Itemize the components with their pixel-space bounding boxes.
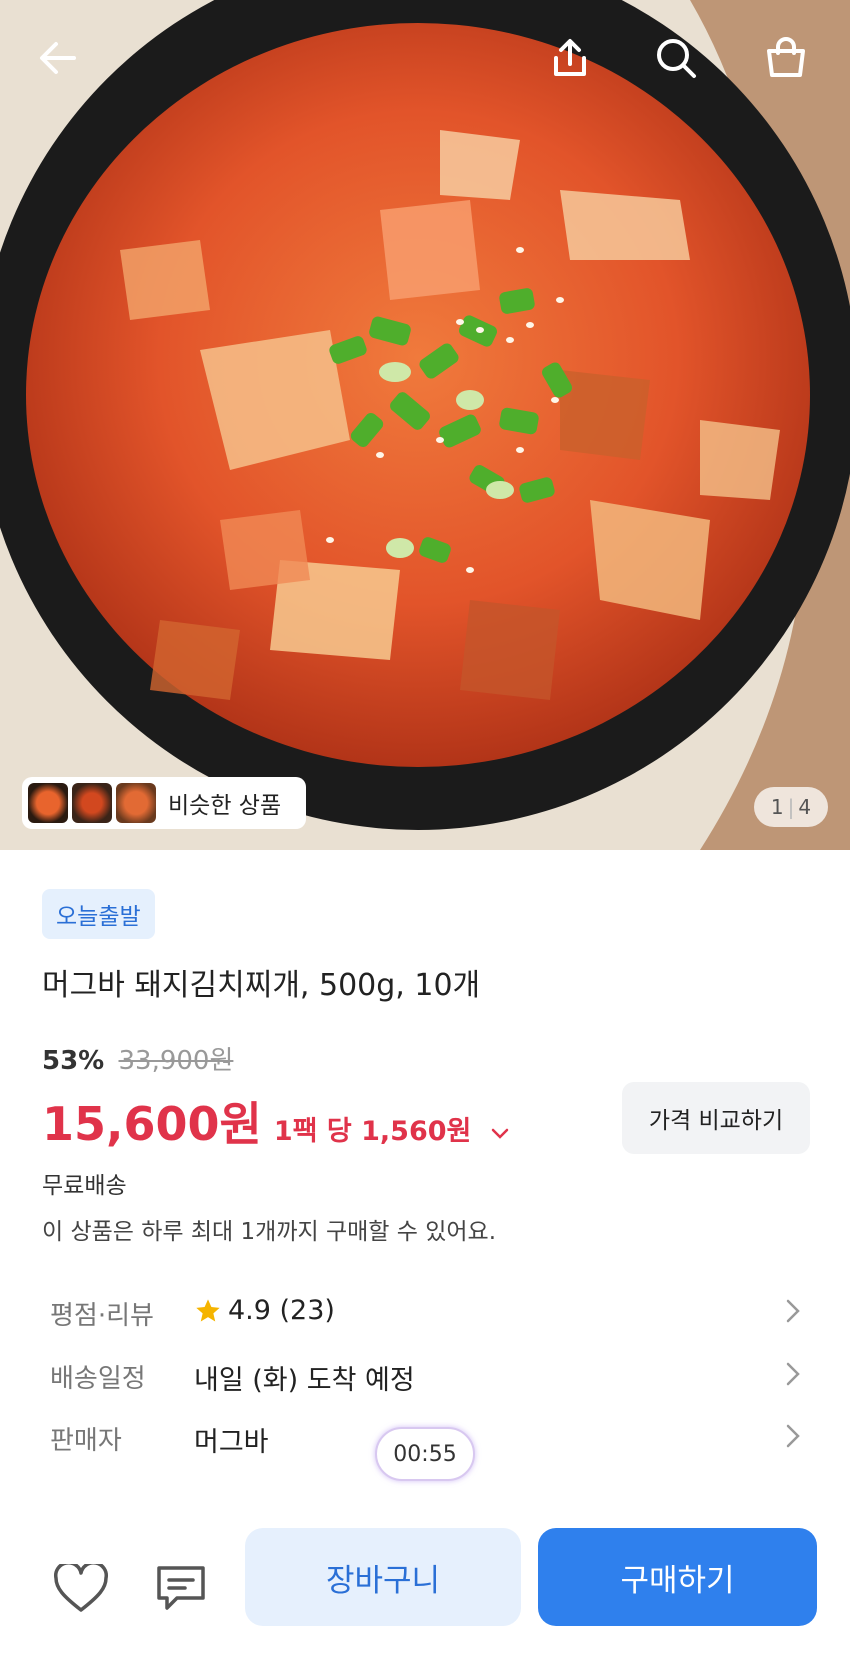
seller-key: 판매자 xyxy=(50,1426,122,1456)
bottom-action-bar: 장바구니 구매하기 xyxy=(0,1512,850,1667)
rating-review-row[interactable]: 평점·리뷰 4.9 (23) xyxy=(0,1285,850,1335)
back-arrow-icon[interactable] xyxy=(28,28,88,88)
delivery-schedule-row[interactable]: 배송일정 내일 (화) 도착 예정 xyxy=(0,1348,850,1398)
unit-price-toggle[interactable]: 1팩 당 1,560원 xyxy=(274,1109,509,1148)
unit-price: 1팩 당 1,560원 xyxy=(273,1116,472,1147)
purchase-limit-notice: 이 상품은 하루 최대 1개까지 구매할 수 있어요. xyxy=(42,1219,497,1245)
product-detail-page: 비슷한 상품 1 | 4 오늘출발 머그바 돼지김치찌개, 500g, 10개 … xyxy=(0,0,850,1667)
star-icon xyxy=(196,1298,220,1321)
today-ship-badge: 오늘출발 xyxy=(42,889,155,939)
similar-products-label: 비슷한 상품 xyxy=(168,793,282,819)
chevron-right-icon xyxy=(786,1299,800,1323)
discount-row: 53% 33,900원 xyxy=(42,1040,233,1077)
sale-price: 15,600원 xyxy=(42,1097,262,1151)
shopping-bag-icon[interactable] xyxy=(756,28,816,88)
similar-thumb xyxy=(72,783,112,823)
rating-value: 4.9 (23) xyxy=(228,1295,335,1326)
chevron-right-icon xyxy=(786,1424,800,1448)
timer-badge: 00:55 xyxy=(375,1427,475,1481)
discount-rate: 53% xyxy=(42,1046,105,1076)
delivery-value: 내일 (화) 도착 예정 xyxy=(194,1365,415,1396)
price-row: 15,600원 1팩 당 1,560원 xyxy=(42,1088,509,1154)
seller-value: 머그바 xyxy=(194,1427,269,1458)
similar-thumb xyxy=(28,783,68,823)
price-compare-button[interactable]: 가격 비교하기 xyxy=(622,1082,810,1154)
chevron-right-icon xyxy=(786,1362,800,1386)
rating-key: 평점·리뷰 xyxy=(50,1301,154,1331)
kimchi-stew-image xyxy=(0,0,850,850)
chevron-down-icon xyxy=(491,1128,509,1139)
product-image-carousel[interactable]: 비슷한 상품 1 | 4 xyxy=(0,0,850,850)
search-icon[interactable] xyxy=(646,28,706,88)
pager-total: 4 xyxy=(798,795,812,819)
add-to-cart-button[interactable]: 장바구니 xyxy=(245,1528,521,1626)
similar-thumb xyxy=(116,783,156,823)
pager-separator: | xyxy=(787,795,795,819)
top-navigation xyxy=(0,0,850,120)
free-shipping-label: 무료배송 xyxy=(42,1173,127,1199)
similar-products-button[interactable]: 비슷한 상품 xyxy=(22,777,306,829)
chat-icon[interactable] xyxy=(146,1554,216,1624)
rating-value-wrap: 4.9 (23) xyxy=(194,1295,335,1326)
share-icon[interactable] xyxy=(540,28,600,88)
buy-now-button[interactable]: 구매하기 xyxy=(538,1528,817,1626)
heart-icon[interactable] xyxy=(46,1554,116,1624)
image-pager: 1 | 4 xyxy=(754,787,828,827)
pager-current: 1 xyxy=(770,795,784,819)
delivery-key: 배송일정 xyxy=(50,1364,146,1394)
product-title: 머그바 돼지김치찌개, 500g, 10개 xyxy=(42,968,481,1003)
original-price: 33,900원 xyxy=(118,1046,234,1076)
